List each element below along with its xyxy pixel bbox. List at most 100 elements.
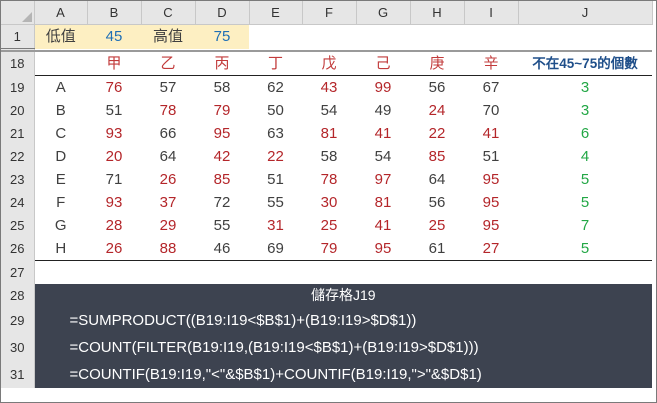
count-cell[interactable]: 5 — [518, 237, 652, 261]
value-cell[interactable]: 41 — [356, 122, 410, 145]
row-header[interactable]: 30 — [1, 334, 35, 361]
row-header[interactable]: 19 — [1, 75, 35, 99]
value-cell[interactable]: 29 — [141, 214, 195, 237]
value-cell[interactable]: 78 — [141, 99, 195, 122]
value-cell[interactable]: 51 — [87, 99, 141, 122]
value-cell[interactable]: 56 — [410, 76, 464, 100]
value-cell[interactable]: 28 — [87, 214, 141, 237]
value-cell[interactable]: 54 — [356, 145, 410, 168]
row-label-cell[interactable]: E — [34, 168, 87, 191]
row-label-cell[interactable]: G — [34, 214, 87, 237]
value-cell[interactable]: 99 — [356, 76, 410, 100]
value-cell[interactable]: 20 — [87, 145, 141, 168]
column-name-cell[interactable]: 丙 — [195, 51, 249, 76]
value-cell[interactable]: 95 — [195, 122, 249, 145]
column-header[interactable]: C — [141, 1, 196, 25]
value-cell[interactable]: 56 — [410, 191, 464, 214]
value-cell[interactable]: 93 — [87, 191, 141, 214]
row-header[interactable]: 29 — [1, 307, 35, 334]
row-label-cell[interactable]: F — [34, 191, 87, 214]
row-header[interactable]: 26 — [1, 237, 35, 261]
row-label-cell[interactable]: C — [34, 122, 87, 145]
value-cell[interactable]: 93 — [87, 122, 141, 145]
high-label-cell[interactable]: 高值 — [141, 24, 195, 49]
empty-cell[interactable] — [518, 25, 652, 49]
empty-cell[interactable] — [302, 25, 356, 49]
row-header[interactable]: 28 — [1, 284, 35, 307]
row-header[interactable]: 31 — [1, 361, 35, 388]
empty-row[interactable] — [34, 261, 652, 285]
row-header[interactable]: 24 — [1, 191, 35, 214]
value-cell[interactable]: 95 — [464, 191, 518, 214]
row-header[interactable]: 20 — [1, 99, 35, 122]
column-header[interactable]: F — [302, 1, 357, 25]
value-cell[interactable]: 95 — [356, 237, 410, 261]
column-name-cell[interactable]: 庚 — [410, 51, 464, 76]
value-cell[interactable]: 27 — [464, 237, 518, 261]
column-header[interactable]: J — [518, 1, 653, 25]
value-cell[interactable]: 30 — [302, 191, 356, 214]
empty-cell[interactable] — [249, 25, 302, 49]
column-header[interactable]: D — [195, 1, 250, 25]
count-cell[interactable]: 3 — [518, 76, 652, 100]
value-cell[interactable]: 79 — [302, 237, 356, 261]
value-cell[interactable]: 76 — [87, 76, 141, 100]
value-cell[interactable]: 63 — [249, 122, 302, 145]
value-cell[interactable]: 51 — [464, 145, 518, 168]
count-cell[interactable]: 3 — [518, 99, 652, 122]
low-value-cell[interactable]: 45 — [87, 24, 141, 49]
formula-block-title[interactable]: 儲存格J19 — [34, 284, 652, 307]
value-cell[interactable]: 58 — [195, 76, 249, 100]
row-label-cell[interactable]: H — [34, 237, 87, 261]
value-cell[interactable]: 24 — [410, 99, 464, 122]
value-cell[interactable]: 22 — [410, 122, 464, 145]
value-cell[interactable]: 85 — [195, 168, 249, 191]
value-cell[interactable]: 72 — [195, 191, 249, 214]
value-cell[interactable]: 51 — [249, 168, 302, 191]
high-value-cell[interactable]: 75 — [195, 24, 249, 49]
column-header[interactable]: E — [249, 1, 303, 25]
empty-cell[interactable] — [464, 25, 518, 49]
empty-cell[interactable] — [356, 25, 410, 49]
value-cell[interactable]: 41 — [464, 122, 518, 145]
value-cell[interactable]: 64 — [410, 168, 464, 191]
row-header[interactable]: 23 — [1, 168, 35, 191]
column-name-cell[interactable]: 己 — [356, 51, 410, 76]
value-cell[interactable]: 88 — [141, 237, 195, 261]
value-cell[interactable]: 81 — [356, 191, 410, 214]
value-cell[interactable]: 61 — [410, 237, 464, 261]
value-cell[interactable]: 58 — [302, 145, 356, 168]
column-header[interactable]: H — [410, 1, 465, 25]
value-cell[interactable]: 55 — [195, 214, 249, 237]
value-cell[interactable]: 42 — [195, 145, 249, 168]
count-cell[interactable]: 4 — [518, 145, 652, 168]
value-cell[interactable]: 79 — [195, 99, 249, 122]
row-header[interactable]: 25 — [1, 214, 35, 237]
value-cell[interactable]: 25 — [410, 214, 464, 237]
row-header[interactable]: 18 — [1, 51, 35, 76]
value-cell[interactable]: 25 — [302, 214, 356, 237]
row-header[interactable]: 1 — [1, 24, 35, 49]
count-cell[interactable]: 7 — [518, 214, 652, 237]
value-cell[interactable]: 85 — [410, 145, 464, 168]
select-all-corner[interactable] — [1, 1, 35, 25]
row-label-cell[interactable]: A — [34, 76, 87, 100]
value-cell[interactable]: 46 — [195, 237, 249, 261]
count-cell[interactable]: 5 — [518, 168, 652, 191]
value-cell[interactable]: 78 — [302, 168, 356, 191]
value-cell[interactable]: 67 — [464, 76, 518, 100]
column-name-cell[interactable]: 甲 — [87, 51, 141, 76]
value-cell[interactable]: 69 — [249, 237, 302, 261]
value-cell[interactable]: 62 — [249, 76, 302, 100]
empty-cell[interactable] — [34, 51, 87, 76]
row-header[interactable]: 27 — [1, 260, 35, 284]
row-header[interactable]: 21 — [1, 122, 35, 145]
formula-text[interactable]: =COUNTIF(B19:I19,"<"&$B$1)+COUNTIF(B19:I… — [34, 361, 652, 388]
value-cell[interactable]: 50 — [249, 99, 302, 122]
value-cell[interactable]: 55 — [249, 191, 302, 214]
row-label-cell[interactable]: D — [34, 145, 87, 168]
value-cell[interactable]: 95 — [464, 168, 518, 191]
value-cell[interactable]: 54 — [302, 99, 356, 122]
column-header[interactable]: I — [464, 1, 519, 25]
count-cell[interactable]: 6 — [518, 122, 652, 145]
